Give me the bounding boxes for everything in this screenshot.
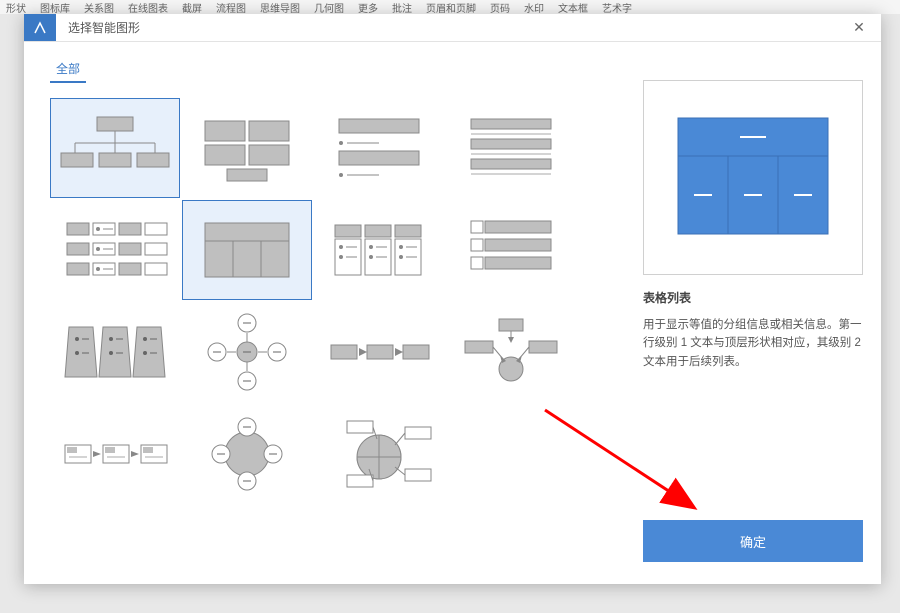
thumb-header-rows[interactable]: [446, 98, 576, 198]
thumb-radial-plus[interactable]: [182, 302, 312, 402]
ribbon-item[interactable]: 批注: [392, 0, 412, 15]
thumb-org-chart[interactable]: [50, 98, 180, 198]
ribbon-item[interactable]: 流程图: [216, 0, 246, 15]
ribbon-item[interactable]: 在线图表: [128, 0, 168, 15]
preview-image: [643, 80, 863, 275]
thumb-hub-spoke[interactable]: [446, 302, 576, 402]
ribbon-item[interactable]: 图标库: [40, 0, 70, 15]
ribbon-item[interactable]: 页眉和页脚: [426, 0, 476, 15]
preview-description: 用于显示等值的分组信息或相关信息。第一行级别 1 文本与顶层形状相对应，其级别 …: [643, 316, 863, 371]
app-logo-icon: [24, 14, 56, 41]
gallery-panel: 全部: [24, 42, 631, 584]
preview-title: 表格列表: [643, 289, 863, 306]
category-tabs: 全部: [50, 60, 605, 84]
thumb-three-cards[interactable]: [314, 200, 444, 300]
thumb-stacked-cards[interactable]: [446, 200, 576, 300]
ribbon-item[interactable]: 截屏: [182, 0, 202, 15]
diagram-gallery: [50, 98, 605, 504]
preview-panel: 表格列表 用于显示等值的分组信息或相关信息。第一行级别 1 文本与顶层形状相对应…: [631, 42, 881, 584]
ribbon-item[interactable]: 更多: [358, 0, 378, 15]
ribbon-item[interactable]: 页码: [490, 0, 510, 15]
ribbon: 形状 图标库 关系图 在线图表 截屏 流程图 思维导图 几何图 更多 批注 页眉…: [0, 0, 900, 14]
ribbon-item[interactable]: 水印: [524, 0, 544, 15]
ribbon-item[interactable]: 思维导图: [260, 0, 300, 15]
ok-button[interactable]: 确定: [643, 520, 863, 562]
dialog-title: 选择智能图形: [56, 14, 837, 41]
thumb-chain-steps[interactable]: [50, 404, 180, 504]
thumb-pie-segments[interactable]: [314, 404, 444, 504]
ribbon-item[interactable]: 形状: [6, 0, 26, 15]
ribbon-item[interactable]: 关系图: [84, 0, 114, 15]
thumb-bullet-list[interactable]: [314, 98, 444, 198]
tab-all[interactable]: 全部: [50, 60, 86, 83]
ribbon-item[interactable]: 文本框: [558, 0, 588, 15]
dialog-header: 选择智能图形 ✕: [24, 14, 881, 42]
thumb-pyramid-3d[interactable]: [50, 302, 180, 402]
close-button[interactable]: ✕: [837, 14, 881, 41]
ribbon-item[interactable]: 艺术字: [602, 0, 632, 15]
thumb-arrow-steps[interactable]: [314, 302, 444, 402]
thumb-circle-ring[interactable]: [182, 404, 312, 504]
thumb-table-list[interactable]: [182, 200, 312, 300]
smartart-dialog: 选择智能图形 ✕ 全部: [24, 14, 881, 584]
thumb-two-col-cards[interactable]: [50, 200, 180, 300]
ribbon-item[interactable]: 几何图: [314, 0, 344, 15]
thumb-block-grid[interactable]: [182, 98, 312, 198]
